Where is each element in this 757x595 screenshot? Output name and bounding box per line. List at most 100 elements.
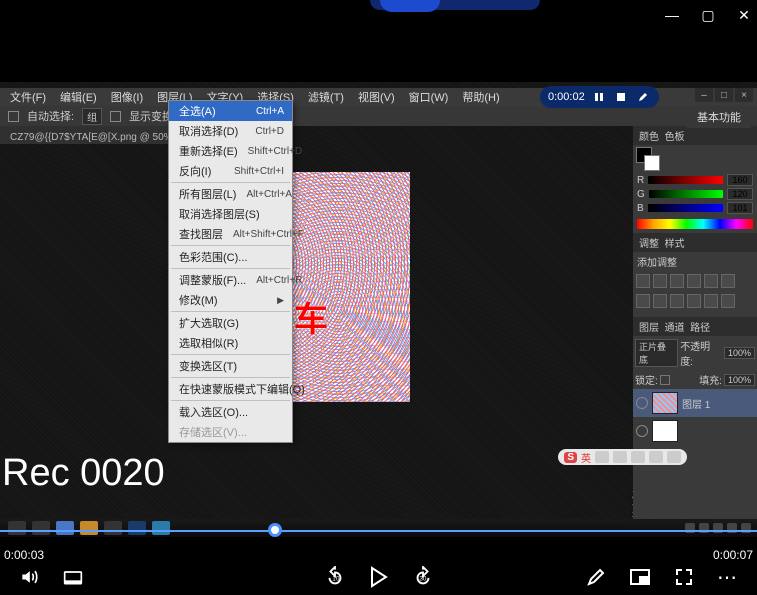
lock-icon[interactable] (660, 375, 670, 385)
current-time: 0:00:03 (4, 548, 44, 562)
menu-window[interactable]: 窗口(W) (403, 87, 455, 107)
menu-image[interactable]: 图像(I) (105, 87, 149, 107)
layer-name[interactable]: 图层 1 (682, 396, 710, 411)
menu-filter[interactable]: 滤镜(T) (302, 87, 350, 107)
recorder-pause-button[interactable] (591, 89, 607, 105)
channels-tab[interactable]: 通道 (665, 323, 685, 334)
layer-visibility-icon[interactable] (636, 425, 648, 437)
adjustments-tab[interactable]: 调整 (639, 239, 659, 250)
b-label: B (637, 203, 644, 214)
adj-icon[interactable] (670, 274, 684, 288)
menu-item[interactable]: 反向(I)Shift+Ctrl+I (169, 161, 292, 181)
auto-select-dropdown[interactable]: 组 (82, 108, 102, 125)
ps-restore-button[interactable]: □ (715, 88, 733, 102)
g-value[interactable] (727, 188, 753, 200)
layer-thumbnail[interactable] (652, 420, 678, 442)
menu-item[interactable]: 所有图层(L)Alt+Ctrl+A (169, 184, 292, 204)
menu-item[interactable]: 色彩范围(C)... (169, 247, 292, 267)
opacity-value[interactable]: 100% (724, 347, 755, 359)
layer-row[interactable]: 图层 1 (633, 389, 757, 417)
menu-item[interactable]: 变换选区(T) (169, 356, 292, 376)
fill-value[interactable]: 100% (724, 374, 755, 386)
g-slider[interactable] (649, 190, 723, 198)
adj-icon[interactable] (636, 294, 650, 308)
ps-minimize-button[interactable]: – (695, 88, 713, 102)
menu-item[interactable]: 取消选择(D)Ctrl+D (169, 121, 292, 141)
menu-item[interactable]: 重新选择(E)Shift+Ctrl+D (169, 141, 292, 161)
adj-icon[interactable] (687, 294, 701, 308)
seek-bar[interactable] (0, 526, 757, 536)
adj-icon[interactable] (653, 294, 667, 308)
ime-chip[interactable] (667, 451, 681, 463)
window-minimize-button[interactable]: — (663, 6, 681, 24)
menu-item[interactable]: 全选(A)Ctrl+A (169, 101, 292, 121)
r-value[interactable] (727, 174, 753, 186)
foreground-background-swatch[interactable] (636, 147, 660, 171)
adj-icon[interactable] (687, 274, 701, 288)
hue-strip[interactable] (637, 219, 753, 229)
ime-chip[interactable] (631, 451, 645, 463)
menu-edit[interactable]: 编辑(E) (54, 87, 103, 107)
recorder-stop-button[interactable] (613, 89, 629, 105)
adj-icon[interactable] (653, 274, 667, 288)
fullscreen-button[interactable] (673, 566, 695, 588)
seek-knob[interactable] (268, 523, 282, 537)
adj-icon[interactable] (721, 274, 735, 288)
menu-item[interactable]: 扩大选取(G) (169, 313, 292, 333)
color-panel-tab[interactable]: 颜色 (639, 132, 659, 143)
r-slider[interactable] (648, 176, 723, 184)
workspace-switcher[interactable]: 基本功能 (687, 106, 751, 128)
menu-item[interactable]: 调整蒙版(F)...Alt+Ctrl+R (169, 270, 292, 290)
menu-item[interactable]: 取消选择图层(S) (169, 204, 292, 224)
menu-item: 存储选区(V)... (169, 422, 292, 442)
menu-item[interactable]: 查找图层Alt+Shift+Ctrl+F (169, 224, 292, 244)
svg-text:10: 10 (332, 576, 340, 583)
swatches-panel-tab[interactable]: 色板 (665, 132, 685, 143)
adj-icon[interactable] (670, 294, 684, 308)
menu-item[interactable]: 修改(M)▶ (169, 290, 292, 310)
r-label: R (637, 175, 644, 186)
recording-title-overlay: Rec 0020 (2, 452, 165, 495)
b-slider[interactable] (648, 204, 723, 212)
layer-visibility-icon[interactable] (636, 397, 648, 409)
menu-help[interactable]: 帮助(H) (456, 87, 505, 107)
adj-icon[interactable] (704, 274, 718, 288)
forward-30-button[interactable]: 30 (412, 566, 434, 588)
ime-toolbar[interactable]: S 英 (558, 449, 687, 465)
b-value[interactable] (727, 202, 753, 214)
adjustment-presets-row1 (633, 271, 757, 291)
adj-icon[interactable] (636, 274, 650, 288)
fill-label: 填充: (699, 372, 722, 387)
styles-tab[interactable]: 样式 (665, 239, 685, 250)
ime-mode[interactable]: 英 (581, 450, 591, 465)
ime-chip[interactable] (649, 451, 663, 463)
ime-chip[interactable] (613, 451, 627, 463)
layer-thumbnail[interactable] (652, 392, 678, 414)
auto-select-label: 自动选择: (27, 108, 74, 124)
show-transform-checkbox[interactable] (110, 111, 121, 122)
layer-row[interactable] (633, 417, 757, 445)
ime-chip[interactable] (595, 451, 609, 463)
captions-button[interactable] (62, 566, 84, 588)
adj-icon[interactable] (721, 294, 735, 308)
menu-item[interactable]: 载入选区(O)... (169, 402, 292, 422)
mini-player-button[interactable] (629, 566, 651, 588)
rewind-10-button[interactable]: 10 (324, 566, 346, 588)
adj-icon[interactable] (704, 294, 718, 308)
blend-mode-select[interactable]: 正片叠底 (635, 339, 678, 367)
window-close-button[interactable]: ✕ (735, 6, 753, 24)
volume-button[interactable] (18, 566, 40, 588)
menu-item[interactable]: 选取相似(R) (169, 333, 292, 353)
menu-view[interactable]: 视图(V) (352, 87, 401, 107)
more-button[interactable]: ⋯ (717, 566, 739, 588)
menu-item[interactable]: 在快速蒙版模式下编辑(Q) (169, 379, 292, 399)
window-maximize-button[interactable]: ▢ (699, 6, 717, 24)
menu-file[interactable]: 文件(F) (4, 87, 52, 107)
edit-button[interactable] (585, 566, 607, 588)
play-button[interactable] (368, 566, 390, 588)
paths-tab[interactable]: 路径 (690, 323, 710, 334)
ps-close-button[interactable]: × (735, 88, 753, 102)
recorder-edit-button[interactable] (635, 89, 651, 105)
auto-select-checkbox[interactable] (8, 111, 19, 122)
layers-tab[interactable]: 图层 (639, 323, 659, 334)
